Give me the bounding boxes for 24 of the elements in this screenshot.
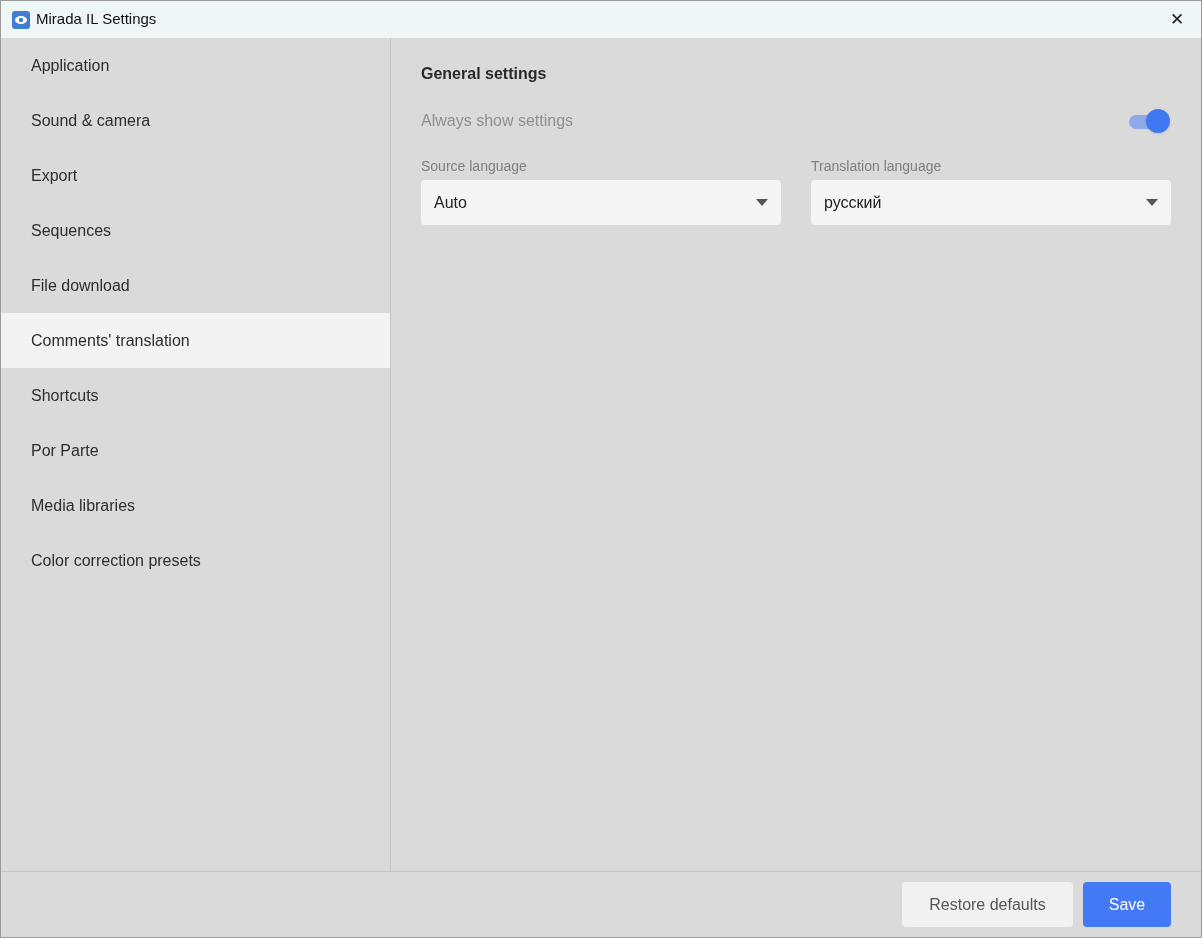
sidebar-item[interactable]: Color correction presets	[1, 533, 390, 588]
sidebar-item[interactable]: Export	[1, 148, 390, 203]
sidebar-item[interactable]: Sequences	[1, 203, 390, 258]
app-logo-icon	[12, 10, 30, 29]
sidebar-item[interactable]: Sound & camera	[1, 93, 390, 148]
save-button[interactable]: Save	[1083, 882, 1171, 927]
sidebar-item[interactable]: Media libraries	[1, 478, 390, 533]
sidebar-item[interactable]: Application	[1, 38, 390, 93]
caret-down-icon	[756, 199, 768, 206]
close-button[interactable]: ✕	[1161, 4, 1193, 35]
field-label: Source language	[421, 157, 528, 176]
dropdown-field[interactable]: Auto	[421, 180, 781, 225]
sidebar-item[interactable]: File download	[1, 258, 390, 313]
field-label: Translation language	[811, 157, 943, 176]
toggle-label: Always show settings	[421, 111, 574, 131]
sidebar-item[interactable]: Shortcuts	[1, 368, 390, 423]
sidebar-item[interactable]: Por Parte	[1, 423, 390, 478]
window-title: Mirada IL Settings	[36, 9, 157, 30]
sidebar-item[interactable]: Comments' translation	[1, 313, 390, 368]
dropdown-field[interactable]: русский	[811, 180, 1171, 225]
section-heading: General settings	[421, 64, 548, 84]
toggle-switch[interactable]	[1128, 108, 1172, 134]
restore-defaults-button[interactable]: Restore defaults	[902, 882, 1073, 927]
caret-down-icon	[1146, 199, 1158, 206]
